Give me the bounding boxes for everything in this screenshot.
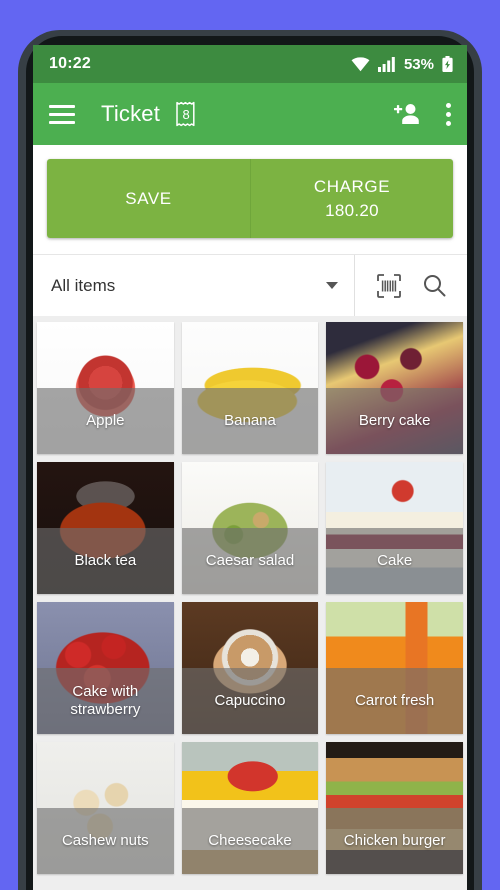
chevron-down-icon <box>326 282 338 289</box>
product-label-band: Black tea <box>37 528 174 594</box>
product-name: Berry cake <box>358 412 431 430</box>
product-tile[interactable]: Caesar salad <box>181 462 319 594</box>
battery-percent: 53% <box>403 55 434 73</box>
app-bar: Ticket 8 <box>33 83 467 145</box>
product-name: Chicken burger <box>343 832 446 850</box>
status-indicators: 53% <box>351 56 453 73</box>
product-name: Cake with strawberry <box>70 683 141 718</box>
category-dropdown[interactable]: All items <box>33 255 354 316</box>
product-label-band: Cheesecake <box>181 808 319 874</box>
product-tile[interactable]: Cashew nuts <box>37 742 174 874</box>
action-button-row: SAVE CHARGE 180.20 <box>47 159 453 238</box>
save-button[interactable]: SAVE <box>47 159 250 238</box>
product-tile[interactable]: Capuccino <box>181 602 319 734</box>
product-grid: Apple Banana Berry cake Black tea Caesar <box>33 316 467 890</box>
product-tile[interactable]: Banana <box>181 322 319 454</box>
receipt-icon[interactable]: 8 <box>174 100 198 128</box>
product-name: Black tea <box>74 552 137 570</box>
product-tile[interactable]: Berry cake <box>326 322 463 454</box>
product-tile[interactable]: Apple <box>37 322 174 454</box>
product-label-band: Chicken burger <box>326 808 463 874</box>
charge-button[interactable]: CHARGE 180.20 <box>250 159 453 238</box>
product-name: Cake <box>377 552 413 570</box>
wifi-icon <box>351 56 370 72</box>
more-vertical-icon[interactable] <box>446 102 451 126</box>
product-tile[interactable]: Black tea <box>37 462 174 594</box>
add-person-icon[interactable] <box>394 103 420 125</box>
battery-charging-icon <box>442 56 453 72</box>
app-bar-actions <box>394 102 451 126</box>
barcode-scanner-icon[interactable] <box>376 273 402 299</box>
product-label-band: Carrot fresh <box>326 668 463 734</box>
product-tile[interactable]: Chicken burger <box>326 742 463 874</box>
phone-screen: 10:22 53% Ticket 8 SAVE CHARGE 180.20 Al… <box>33 45 467 890</box>
ticket-actions-card: SAVE CHARGE 180.20 <box>33 145 467 254</box>
product-label-band: Berry cake <box>326 388 463 454</box>
status-bar: 10:22 53% <box>33 45 467 83</box>
product-label-band: Apple <box>37 388 174 454</box>
product-label-band: Caesar salad <box>181 528 319 594</box>
filter-bar-icons <box>354 255 467 316</box>
product-tile[interactable]: Carrot fresh <box>326 602 463 734</box>
product-label-band: Cashew nuts <box>37 808 174 874</box>
product-name: Apple <box>86 412 125 430</box>
cellular-signal-icon <box>377 56 396 72</box>
product-name: Capuccino <box>214 692 286 710</box>
product-label-band: Banana <box>181 388 319 454</box>
product-label-band: Capuccino <box>181 668 319 734</box>
page-title: Ticket <box>101 101 161 126</box>
product-tile[interactable]: Cake with strawberry <box>37 602 174 734</box>
save-button-label: SAVE <box>125 188 172 208</box>
hamburger-menu-icon[interactable] <box>49 104 75 124</box>
product-name: Cheesecake <box>208 832 292 850</box>
product-name: Banana <box>224 412 276 430</box>
filter-bar: All items <box>33 254 467 316</box>
product-label-band: Cake <box>326 528 463 594</box>
product-tile[interactable]: Cake <box>326 462 463 594</box>
product-name: Cashew nuts <box>61 832 149 850</box>
charge-amount: 180.20 <box>325 200 379 220</box>
category-dropdown-value: All items <box>51 275 116 295</box>
product-tile[interactable]: Cheesecake <box>181 742 319 874</box>
charge-button-label: CHARGE <box>313 177 391 197</box>
product-name: Carrot fresh <box>355 692 435 710</box>
product-name: Caesar salad <box>205 552 295 570</box>
status-time: 10:22 <box>49 55 91 72</box>
product-label-band: Cake with strawberry <box>37 668 174 734</box>
ticket-count: 8 <box>182 106 190 122</box>
search-icon[interactable] <box>422 273 447 298</box>
